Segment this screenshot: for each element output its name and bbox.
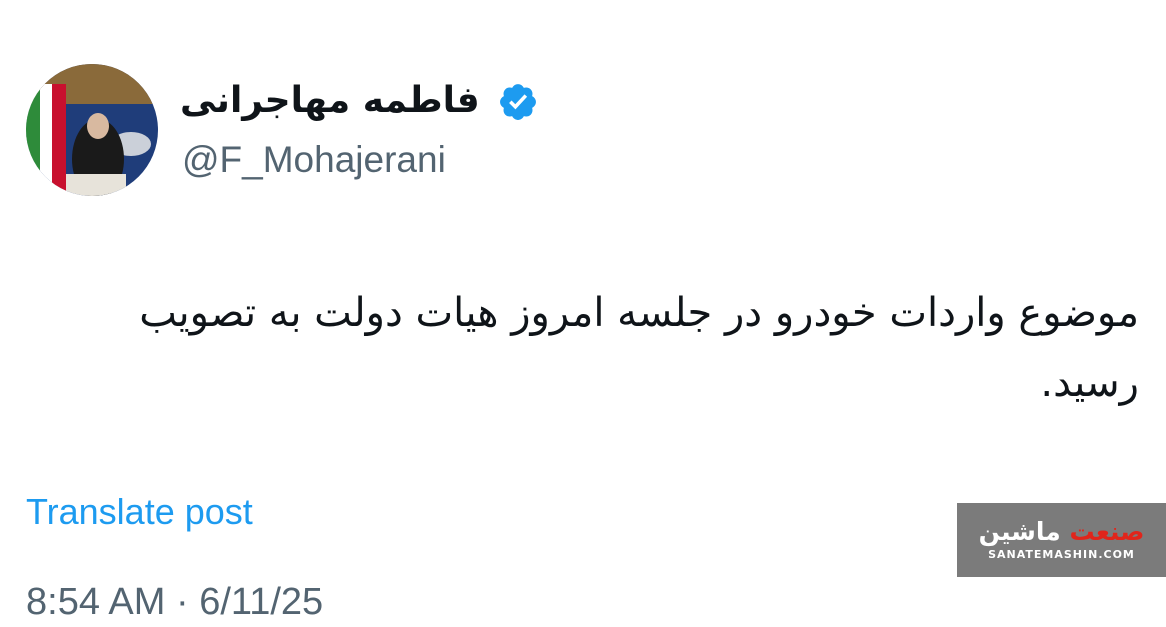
translate-post-link[interactable]: Translate post [26, 490, 253, 534]
watermark-logo: صنعت ماشین SANATEMASHIN.COM [957, 503, 1166, 577]
display-name[interactable]: فاطمه مهاجرانی [180, 78, 480, 124]
watermark-url: SANATEMASHIN.COM [988, 548, 1135, 561]
watermark-title: صنعت ماشین [957, 517, 1166, 547]
watermark-title-white: ماشین [978, 517, 1061, 546]
post-text: موضوع واردات خودرو در جلسه امروز هیات دو… [139, 290, 1139, 406]
post-timestamp[interactable]: 8:54 AM · 6/11/25 [26, 580, 323, 624]
verified-badge-icon [500, 84, 536, 120]
profile-photo [26, 64, 158, 196]
watermark-title-red: صنعت [1069, 517, 1145, 546]
avatar[interactable] [26, 64, 158, 196]
user-handle[interactable]: @F_Mohajerani [182, 137, 446, 183]
